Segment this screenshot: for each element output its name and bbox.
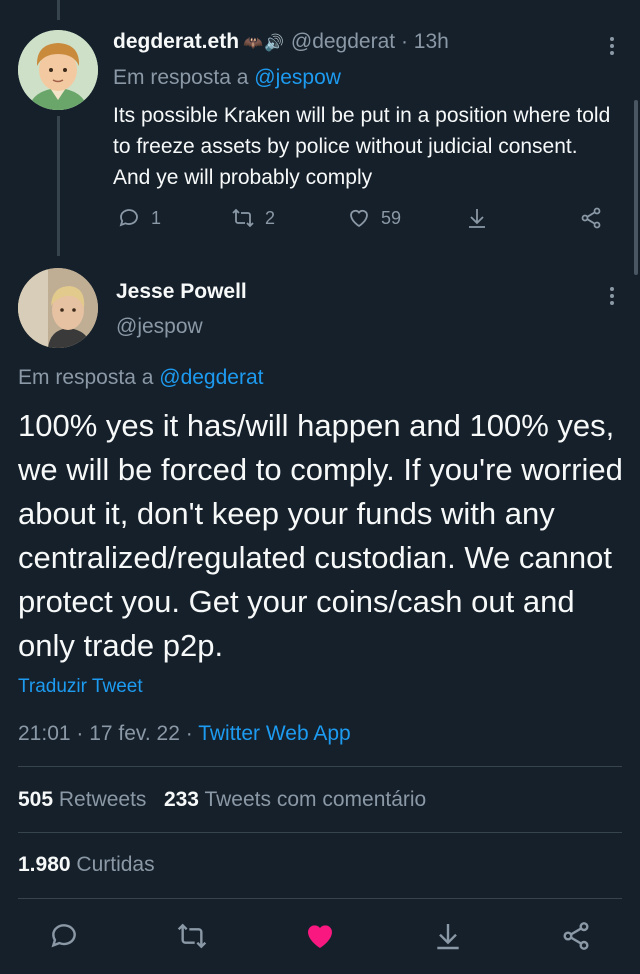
like-icon[interactable] [304,920,336,952]
bookmark-button[interactable] [465,206,489,230]
name-emoji: 🦇🔊 [243,35,285,52]
retweet-label[interactable]: Retweets [59,788,147,811]
tweet-time: · 13h [400,30,449,53]
reply-to-link[interactable]: @degderat [159,366,263,389]
tweet-meta: 21:01 · 17 fev. 22 · Twitter Web App [18,722,351,746]
bookmark-icon[interactable] [432,920,464,952]
reply-count: 1 [151,207,162,228]
scrollbar[interactable] [634,100,638,275]
retweet-total[interactable]: 505 [18,788,53,811]
tweet-text: 100% yes it has/will happen and 100% yes… [18,408,623,663]
reply-context: Em resposta a @degderat [18,366,263,390]
user-handle[interactable]: @jespow [116,315,203,339]
like-count: 59 [381,207,402,228]
thread-line [57,0,60,20]
retweet-icon [232,208,254,228]
reply-context: Em resposta a @jespow [113,66,341,90]
retweet-button[interactable]: 2 [231,206,275,230]
reply-prefix: Em resposta a [18,366,154,389]
divider [18,898,622,899]
like-label[interactable]: Curtidas [76,853,154,876]
reply-tweet-header: degderat.eth 🦇🔊 @degderat · 13h [113,30,449,54]
divider [18,766,622,767]
reply-prefix: Em resposta a [113,66,249,89]
user-handle[interactable]: @degderat [291,30,395,53]
display-name[interactable]: degderat.eth [113,30,239,53]
translate-link[interactable]: Traduzir Tweet [18,676,143,698]
share-icon[interactable] [560,920,592,952]
share-button[interactable] [579,206,603,230]
avatar[interactable] [18,268,98,348]
divider [18,832,622,833]
avatar[interactable] [18,30,98,110]
retweet-icon[interactable] [176,920,208,952]
like-total[interactable]: 1.980 [18,853,71,876]
tweet-actions: 1 2 59 [113,206,613,236]
retweet-count: 2 [265,207,276,228]
tweet-text: Its possible Kraken will be put in a pos… [113,104,611,189]
share-icon [581,207,601,229]
reply-button[interactable]: 1 [117,206,161,230]
tweet-timestamp[interactable]: 21:01 · 17 fev. 22 · [18,722,193,745]
reply-icon[interactable] [48,920,80,952]
reply-icon [119,209,138,227]
retweet-stats: 505 Retweets 233 Tweets com comentário [18,788,426,812]
reply-to-link[interactable]: @jespow [254,66,341,89]
main-tweet-actions [0,912,640,962]
more-icon[interactable] [610,34,616,58]
like-icon [350,209,368,228]
like-button[interactable]: 59 [347,206,401,230]
quote-label[interactable]: Tweets com comentário [204,788,426,811]
thread-line [57,116,60,256]
tweet-source[interactable]: Twitter Web App [198,722,351,745]
bookmark-icon [469,209,485,228]
more-icon[interactable] [610,284,616,308]
display-name[interactable]: Jesse Powell [116,280,247,304]
like-stats: 1.980 Curtidas [18,853,155,877]
quote-total[interactable]: 233 [164,788,199,811]
